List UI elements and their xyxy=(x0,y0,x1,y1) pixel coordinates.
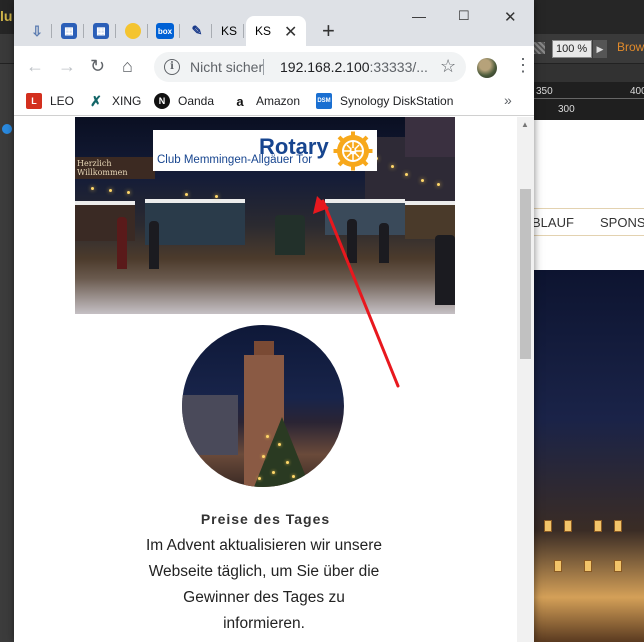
new-tab-icon[interactable]: + xyxy=(322,18,335,44)
scrollbar-thumb[interactable] xyxy=(520,189,531,359)
info-icon[interactable]: i xyxy=(164,59,180,75)
browser-window: ⇩ ▦ ▦ box ✎ KS KS ✕ + — ☐ ✕ ← → ↻ ⌂ i Ni… xyxy=(14,0,534,642)
home-icon[interactable]: ⌂ xyxy=(122,56,133,77)
url-path: :33333/... xyxy=(369,59,428,75)
grid-icon[interactable] xyxy=(533,42,545,54)
xing-icon: ✗ xyxy=(90,92,102,109)
app-logo-fragment: lu xyxy=(0,8,13,24)
scroll-up-icon[interactable]: ▲ xyxy=(521,120,529,129)
browse-button[interactable]: Brow xyxy=(617,40,644,54)
tab-gallery-2[interactable]: ▦ xyxy=(86,16,116,46)
omnibox-divider xyxy=(263,59,264,75)
bookmark-label: Amazon xyxy=(256,94,301,108)
preview-nav-item[interactable]: SPONS xyxy=(600,215,644,230)
ruler: 350 400 300 xyxy=(534,82,644,120)
address-bar[interactable]: i Nicht sicher 192.168.2.100:33333/... ☆ xyxy=(154,52,466,82)
minimize-icon[interactable]: — xyxy=(412,8,426,24)
tab-edit[interactable]: ✎ xyxy=(182,16,212,46)
bookmark-label: Oanda xyxy=(178,94,215,108)
bookmark-label: XING xyxy=(112,94,142,108)
tab-download[interactable]: ⇩ xyxy=(22,16,52,46)
ks-icon: KS xyxy=(221,24,238,38)
bookmark-label: LEO xyxy=(50,94,75,108)
close-tab-icon[interactable]: ✕ xyxy=(284,22,297,42)
bookmark-label: Synology DiskStation xyxy=(340,94,454,108)
preview-photo xyxy=(534,270,644,642)
sun-icon xyxy=(125,23,141,39)
ks-icon: KS xyxy=(255,24,272,38)
tab-box[interactable]: box xyxy=(150,16,180,46)
reload-icon[interactable]: ↻ xyxy=(90,56,105,77)
ruler-tick: 350 xyxy=(536,86,553,97)
ruler-tick: 300 xyxy=(558,104,575,115)
menu-icon[interactable]: ⋮ xyxy=(514,56,532,74)
forward-icon[interactable]: → xyxy=(58,56,76,77)
rotary-wheel-icon xyxy=(333,131,373,171)
url-host: 192.168.2.100 xyxy=(280,59,370,75)
panel-indicator-icon[interactable] xyxy=(2,124,12,134)
rotary-logo[interactable]: Rotary Club Memmingen-Allgäuer Tor xyxy=(153,130,377,171)
maximize-icon[interactable]: ☐ xyxy=(458,8,470,24)
tab-ks-1[interactable]: KS xyxy=(214,16,244,46)
oanda-icon: N xyxy=(154,93,170,109)
bookmark-amazon[interactable]: a Amazon xyxy=(232,93,300,109)
page-scrollbar[interactable]: ▲ xyxy=(517,117,534,642)
bookmark-star-icon[interactable]: ☆ xyxy=(440,56,456,77)
gallery-icon: ▦ xyxy=(93,23,109,39)
amazon-icon: a xyxy=(236,93,244,109)
editor-left-panel xyxy=(0,64,14,642)
bookmark-synology[interactable]: DSM Synology DiskStation xyxy=(316,93,453,109)
round-photo xyxy=(182,325,344,487)
edit-icon: ✎ xyxy=(191,23,203,38)
download-icon: ⇩ xyxy=(31,22,43,39)
bookmark-leo[interactable]: L LEO xyxy=(26,93,74,109)
url-text[interactable]: 192.168.2.100:33333/... xyxy=(280,59,428,75)
profile-avatar[interactable] xyxy=(477,58,497,78)
hero-image: Herzlich Willkommen Rotary Club Memminge… xyxy=(75,117,455,314)
prize-text: Im Advent aktualisieren wir unsere Webse… xyxy=(145,537,383,632)
tab-sun[interactable] xyxy=(118,16,148,46)
club-name: Club Memmingen-Allgäuer Tor xyxy=(157,154,313,166)
zoom-field[interactable]: 100 % xyxy=(552,40,592,58)
ruler-tick: 400 xyxy=(630,86,644,97)
tab-strip: ⇩ ▦ ▦ box ✎ KS KS ✕ + — ☐ ✕ xyxy=(14,0,534,46)
bookmark-xing[interactable]: ✗ XING xyxy=(88,93,141,109)
desktop: lu 100 % ▶ Brow 350 400 300 BLAUF SPONS xyxy=(0,0,644,642)
tab-gallery-1[interactable]: ▦ xyxy=(54,16,84,46)
preview-nav-item[interactable]: BLAUF xyxy=(532,215,574,230)
prize-title: Preise des Tages xyxy=(200,511,331,527)
web-page: Herzlich Willkommen Rotary Club Memminge… xyxy=(14,117,517,642)
bookmarks-bar: L LEO ✗ XING N Oanda a Amazon DSM Synology Di… xyxy=(14,86,534,116)
design-preview: BLAUF SPONS xyxy=(532,120,644,642)
welcome-sign: Herzlich Willkommen xyxy=(75,157,155,179)
leo-icon: L xyxy=(26,93,42,109)
gallery-icon: ▦ xyxy=(61,23,77,39)
security-label[interactable]: Nicht sicher xyxy=(190,59,263,75)
more-bookmarks-icon[interactable]: » xyxy=(504,92,512,108)
bookmark-oanda[interactable]: N Oanda xyxy=(154,93,214,109)
zoom-dropdown-button[interactable]: ▶ xyxy=(593,40,607,58)
browser-toolbar: ← → ↻ ⌂ i Nicht sicher 192.168.2.100:333… xyxy=(14,46,534,86)
ruler-line xyxy=(534,98,644,99)
box-icon: box xyxy=(156,23,174,39)
preview-nav: BLAUF SPONS xyxy=(532,208,644,236)
back-icon[interactable]: ← xyxy=(26,56,44,77)
synology-icon: DSM xyxy=(316,93,332,109)
close-window-icon[interactable]: ✕ xyxy=(504,8,517,26)
